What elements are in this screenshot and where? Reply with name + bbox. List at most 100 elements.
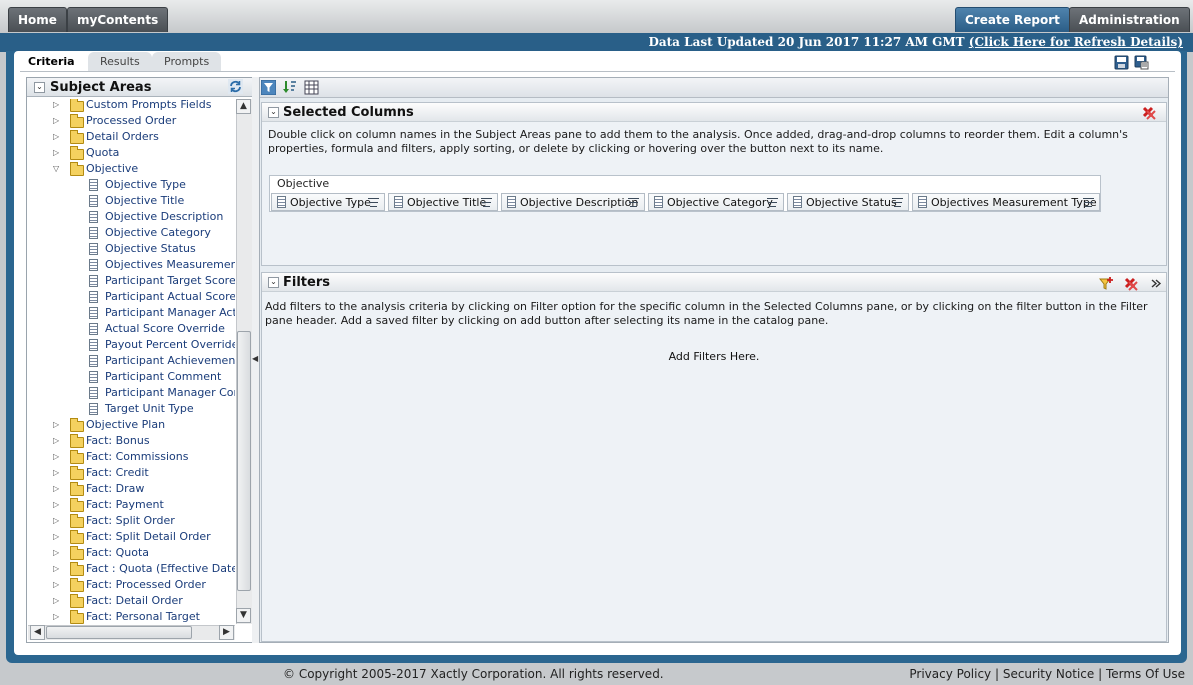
- tree-column-item[interactable]: Objective Description: [30, 209, 235, 225]
- collapse-left-pane-icon[interactable]: ◀: [252, 350, 258, 368]
- tree-item-label: Objective Status: [105, 242, 196, 255]
- collapsed-triangle-icon[interactable]: ▷: [53, 129, 62, 141]
- column-options-menu-icon[interactable]: [368, 196, 381, 209]
- tree-column-item[interactable]: Participant Comment: [30, 369, 235, 385]
- filters-description: Add filters to the analysis criteria by …: [265, 300, 1148, 327]
- collapsed-triangle-icon[interactable]: ▷: [53, 577, 62, 589]
- tree-column-item[interactable]: Participant Manager Comme: [30, 385, 235, 401]
- tree-folder-item[interactable]: ▷ Fact: Payment: [30, 497, 235, 513]
- tree-column-item[interactable]: Target Unit Type: [30, 401, 235, 417]
- tree-folder-item[interactable]: ▷ Fact: Processed Order: [30, 577, 235, 593]
- show-filters-icon[interactable]: [261, 80, 276, 95]
- refresh-details-link[interactable]: (Click Here for Refresh Details): [969, 35, 1183, 49]
- collapsed-triangle-icon[interactable]: ▷: [53, 497, 62, 509]
- collapsed-triangle-icon[interactable]: ▷: [53, 529, 62, 541]
- tree-folder-item[interactable]: ▷ Fact: Detail Order: [30, 593, 235, 609]
- collapsed-triangle-icon[interactable]: ▷: [53, 449, 62, 461]
- collapsed-triangle-icon[interactable]: ▷: [53, 561, 62, 573]
- selected-columns-title: Selected Columns: [283, 105, 414, 120]
- tree-hscroll-thumb[interactable]: [46, 626, 192, 639]
- tree-folder-item[interactable]: ▷ Custom Prompts Fields: [30, 99, 235, 113]
- selected-column-chip[interactable]: Objective Status: [787, 193, 909, 211]
- privacy-policy-link[interactable]: Privacy Policy: [909, 667, 991, 681]
- column-options-menu-icon[interactable]: [628, 196, 641, 209]
- tree-folder-item[interactable]: ▷ Fact: Split Detail Order: [30, 529, 235, 545]
- tree-folder-item[interactable]: ▷ Fact: Personal Target: [30, 609, 235, 625]
- mycontents-button[interactable]: myContents: [67, 7, 169, 32]
- tree-scroll-thumb[interactable]: [237, 331, 251, 591]
- collapsed-triangle-icon[interactable]: ▷: [53, 481, 62, 493]
- selected-column-chip[interactable]: Objective Title: [388, 193, 498, 211]
- save-icon[interactable]: [1114, 55, 1129, 70]
- expanded-triangle-icon[interactable]: ▽: [53, 161, 62, 173]
- tree-folder-item[interactable]: ▷ Fact: Split Order: [30, 513, 235, 529]
- tab-criteria[interactable]: Criteria: [16, 52, 87, 72]
- collapsed-triangle-icon[interactable]: ▷: [53, 417, 62, 429]
- tree-item-label: Fact : Quota (Effective Dated): [86, 562, 235, 575]
- refresh-icon[interactable]: [228, 79, 243, 94]
- column-options-menu-icon[interactable]: [481, 196, 494, 209]
- column-options-menu-icon[interactable]: [1083, 196, 1096, 209]
- add-filter-icon[interactable]: [1099, 276, 1114, 291]
- create-report-button[interactable]: Create Report: [955, 7, 1070, 32]
- collapsed-triangle-icon[interactable]: ▷: [53, 609, 62, 621]
- tree-folder-item[interactable]: ▽ Objective: [30, 161, 235, 177]
- scroll-left-icon[interactable]: ◀: [30, 625, 45, 640]
- tree-folder-item[interactable]: ▷ Fact: Bonus: [30, 433, 235, 449]
- tree-column-item[interactable]: Payout Percent Override: [30, 337, 235, 353]
- tree-column-item[interactable]: Objective Title: [30, 193, 235, 209]
- more-options-icon[interactable]: [1148, 276, 1163, 291]
- tree-column-item[interactable]: Objectives Measurement Ty: [30, 257, 235, 273]
- tree-column-item[interactable]: Participant Target Score: [30, 273, 235, 289]
- tab-prompts[interactable]: Prompts: [152, 52, 222, 72]
- tree-column-item[interactable]: Objective Type: [30, 177, 235, 193]
- collapsed-triangle-icon[interactable]: ▷: [53, 433, 62, 445]
- collapsed-triangle-icon[interactable]: ▷: [53, 145, 62, 157]
- security-notice-link[interactable]: Security Notice: [1003, 667, 1094, 681]
- tree-folder-item[interactable]: ▷ Fact : Quota (Effective Dated): [30, 561, 235, 577]
- tree-column-item[interactable]: Participant Actual Score: [30, 289, 235, 305]
- collapsed-triangle-icon[interactable]: ▷: [53, 113, 62, 125]
- collapse-filters-icon[interactable]: ⌄: [268, 277, 279, 288]
- remove-all-filters-icon[interactable]: [1123, 276, 1138, 291]
- terms-of-use-link[interactable]: Terms Of Use: [1106, 667, 1185, 681]
- selected-column-chip[interactable]: Objective Description: [501, 193, 645, 211]
- selected-column-chip[interactable]: Objectives Measurement Type: [912, 193, 1100, 211]
- tree-folder-item[interactable]: ▷ Fact: Credit: [30, 465, 235, 481]
- scroll-up-icon[interactable]: ▲: [236, 99, 251, 114]
- tree-folder-item[interactable]: ▷ Detail Orders: [30, 129, 235, 145]
- collapsed-triangle-icon[interactable]: ▷: [53, 513, 62, 525]
- collapse-selected-columns-icon[interactable]: ⌄: [268, 107, 279, 118]
- tree-column-item[interactable]: Objective Status: [30, 241, 235, 257]
- home-button[interactable]: Home: [8, 7, 67, 32]
- tree-folder-item[interactable]: ▷ Quota: [30, 145, 235, 161]
- selected-column-chip[interactable]: Objective Category: [648, 193, 784, 211]
- save-as-icon[interactable]: [1134, 55, 1149, 70]
- selected-column-chip[interactable]: Objective Type: [271, 193, 385, 211]
- collapsed-triangle-icon[interactable]: ▷: [53, 545, 62, 557]
- scroll-right-icon[interactable]: ▶: [219, 625, 234, 640]
- tree-column-item[interactable]: Actual Score Override: [30, 321, 235, 337]
- remove-all-columns-icon[interactable]: [1141, 105, 1156, 120]
- scroll-down-icon[interactable]: ▼: [236, 608, 251, 623]
- column-options-menu-icon[interactable]: [892, 196, 905, 209]
- collapse-subject-areas-icon[interactable]: ⌄: [34, 82, 45, 93]
- tree-column-item[interactable]: Objective Category: [30, 225, 235, 241]
- tree-column-item[interactable]: Participant Manager Actual: [30, 305, 235, 321]
- tree-folder-item[interactable]: ▷ Processed Order: [30, 113, 235, 129]
- tree-folder-item[interactable]: ▷ Fact: Draw: [30, 481, 235, 497]
- administration-button[interactable]: Administration: [1069, 7, 1190, 32]
- column-properties-icon[interactable]: [304, 80, 319, 95]
- collapsed-triangle-icon[interactable]: ▷: [53, 465, 62, 477]
- tree-folder-item[interactable]: ▷ Fact: Commissions: [30, 449, 235, 465]
- collapsed-triangle-icon[interactable]: ▷: [53, 593, 62, 605]
- collapsed-triangle-icon[interactable]: ▷: [53, 99, 62, 109]
- tree-folder-item[interactable]: ▷ Fact: Quota: [30, 545, 235, 561]
- sort-icon[interactable]: [282, 80, 297, 95]
- tree-item-label: Actual Score Override: [105, 322, 225, 335]
- tab-results[interactable]: Results: [88, 52, 152, 72]
- filters-title: Filters: [283, 275, 330, 290]
- column-options-menu-icon[interactable]: [767, 196, 780, 209]
- tree-column-item[interactable]: Participant Achievement %: [30, 353, 235, 369]
- tree-folder-item[interactable]: ▷ Objective Plan: [30, 417, 235, 433]
